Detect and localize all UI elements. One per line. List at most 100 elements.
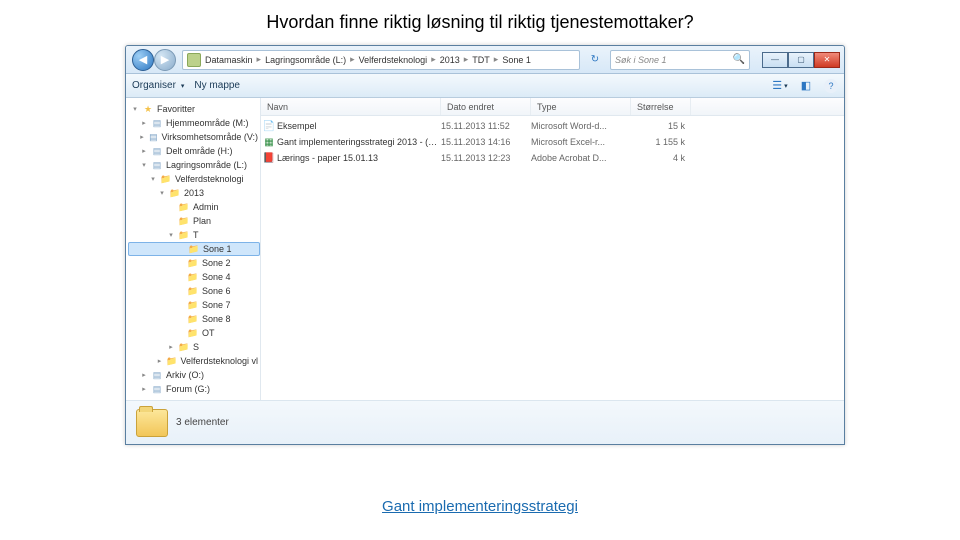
expand-arrow-icon[interactable]: ▾	[167, 231, 175, 239]
expand-arrow-icon[interactable]: ▸	[139, 133, 146, 141]
crumb[interactable]: Velferdsteknologi	[359, 55, 428, 65]
folder-icon: 📁	[166, 356, 177, 366]
nav-forward-button[interactable]: ▶	[154, 49, 176, 71]
expand-arrow-icon[interactable]: ▾	[149, 175, 157, 183]
chevron-right-icon: ▸	[492, 54, 501, 65]
tree-item-label: Arkiv (O:)	[166, 370, 204, 380]
tree-item[interactable]: ▸📁Velferdsteknologi vl	[128, 354, 260, 368]
tree-item-label: Favoritter	[157, 104, 195, 114]
tree-item[interactable]: ▾📁Velferdsteknologi	[128, 172, 260, 186]
refresh-button[interactable]: ↻	[586, 51, 604, 69]
folder-icon: 📁	[160, 174, 172, 184]
crumb[interactable]: 2013	[440, 55, 460, 65]
tree-item[interactable]: ▾▤Lagringsområde (L:)	[128, 158, 260, 172]
expand-arrow-icon[interactable]: ▸	[140, 371, 148, 379]
chevron-right-icon: ▸	[348, 54, 357, 65]
tree-item[interactable]: 📁Sone 2	[128, 256, 260, 270]
tree-item-label: 2013	[184, 188, 204, 198]
crumb[interactable]: Datamaskin	[205, 55, 253, 65]
tree-item-label: S	[193, 342, 199, 352]
tree-item[interactable]: 📁Sone 4	[128, 270, 260, 284]
tree-item-label: T	[193, 230, 199, 240]
tree-item[interactable]: 📁Plan	[128, 214, 260, 228]
crumb[interactable]: Lagringsområde (L:)	[265, 55, 346, 65]
col-name[interactable]: Navn	[261, 98, 441, 115]
slide-title: Hvordan finne riktig løsning til riktig …	[0, 12, 960, 33]
nav-back-button[interactable]: ◀	[132, 49, 154, 71]
folder-icon: 📁	[178, 230, 190, 240]
expand-arrow-icon[interactable]: ▸	[140, 147, 148, 155]
tree-item[interactable]: 📁Sone 8	[128, 312, 260, 326]
details-pane: 3 elementer	[126, 400, 844, 444]
crumb[interactable]: TDT	[472, 55, 490, 65]
tree-item-label: Hjemmeområde (M:)	[166, 118, 249, 128]
tree-item[interactable]: 📁Admin	[128, 200, 260, 214]
file-date: 15.11.2013 14:16	[441, 137, 531, 147]
tree-item[interactable]: ▾★Favoritter	[128, 102, 260, 116]
favorites-icon: ★	[142, 104, 154, 114]
minimize-button[interactable]: —	[762, 52, 788, 68]
drive-icon	[187, 53, 201, 67]
maximize-button[interactable]: ▢	[788, 52, 814, 68]
folder-icon: 📁	[187, 314, 199, 324]
preview-pane-button[interactable]: ◧	[798, 78, 814, 94]
breadcrumb[interactable]: Datamaskin▸ Lagringsområde (L:)▸ Velferd…	[182, 50, 580, 70]
file-name: Gant implementeringsstrategi 2013 - (1) …	[277, 137, 441, 147]
tree-item-label: Velferdsteknologi vl	[180, 356, 258, 366]
expand-arrow-icon[interactable]: ▾	[158, 189, 166, 197]
col-type[interactable]: Type	[531, 98, 631, 115]
expand-arrow-icon[interactable]: ▸	[156, 357, 163, 365]
view-options-button[interactable]: ☰	[772, 78, 788, 94]
folder-icon: 📁	[178, 202, 190, 212]
crumb[interactable]: Sone 1	[502, 55, 531, 65]
new-folder-button[interactable]: Ny mappe	[194, 80, 240, 91]
slide-hyperlink[interactable]: Gant implementeringsstrategi	[0, 498, 960, 515]
expand-arrow-icon[interactable]: ▾	[131, 105, 139, 113]
explorer-window: ◀ ▶ Datamaskin▸ Lagringsområde (L:)▸ Vel…	[125, 45, 845, 445]
tree-item-label: Sone 8	[202, 314, 231, 324]
tree-item[interactable]: ▸▤Hjemmeområde (M:)	[128, 116, 260, 130]
tree-item[interactable]: ▸▤Forum (G:)	[128, 382, 260, 396]
tree-item[interactable]: ▾📁T	[128, 228, 260, 242]
tree-item-label: Forum (G:)	[166, 384, 210, 394]
tree-item[interactable]: 📁Sone 6	[128, 284, 260, 298]
chevron-right-icon: ▸	[429, 54, 438, 65]
tree-item[interactable]: ▾📁2013	[128, 186, 260, 200]
toolbar: Organiser Ny mappe ☰ ◧ ?	[126, 74, 844, 98]
file-list: 📄Eksempel15.11.2013 11:52Microsoft Word-…	[261, 116, 844, 400]
expand-arrow-icon[interactable]: ▸	[140, 385, 148, 393]
drive-icon: ▤	[151, 118, 163, 128]
expand-arrow-icon[interactable]: ▸	[140, 119, 148, 127]
file-date: 15.11.2013 12:23	[441, 153, 531, 163]
file-type-icon: ▦	[261, 137, 277, 148]
drive-icon: ▤	[151, 384, 163, 394]
expand-arrow-icon[interactable]: ▾	[140, 161, 148, 169]
file-type: Microsoft Excel-r...	[531, 137, 631, 147]
tree-item-label: Sone 2	[202, 258, 231, 268]
file-size: 1 155 k	[631, 137, 691, 147]
tree-item-label: Sone 7	[202, 300, 231, 310]
folder-icon: 📁	[187, 286, 199, 296]
file-row[interactable]: 📕Lærings - paper 15.01.1315.11.2013 12:2…	[261, 150, 844, 166]
tree-item[interactable]: ▸📁S	[128, 340, 260, 354]
tree-item[interactable]: ▸▤Delt område (H:)	[128, 144, 260, 158]
details-count: 3 elementer	[176, 417, 229, 428]
file-name: Lærings - paper 15.01.13	[277, 153, 441, 163]
col-size[interactable]: Størrelse	[631, 98, 691, 115]
search-input[interactable]: Søk i Sone 1 🔍	[610, 50, 750, 70]
close-button[interactable]: ✕	[814, 52, 840, 68]
file-type-icon: 📕	[261, 153, 277, 164]
file-row[interactable]: ▦Gant implementeringsstrategi 2013 - (1)…	[261, 134, 844, 150]
tree-item[interactable]: 📁Sone 1	[128, 242, 260, 256]
tree-item[interactable]: ▸▤Arkiv (O:)	[128, 368, 260, 382]
organize-button[interactable]: Organiser	[132, 80, 184, 91]
file-row[interactable]: 📄Eksempel15.11.2013 11:52Microsoft Word-…	[261, 118, 844, 134]
expand-arrow-icon[interactable]: ▸	[167, 343, 175, 351]
tree-item[interactable]: ▸▤Virksomhetsområde (V:)	[128, 130, 260, 144]
help-button[interactable]: ?	[824, 79, 838, 93]
tree-item[interactable]: 📁OT	[128, 326, 260, 340]
file-date: 15.11.2013 11:52	[441, 121, 531, 131]
tree-item-label: Velferdsteknologi	[175, 174, 244, 184]
tree-item[interactable]: 📁Sone 7	[128, 298, 260, 312]
col-date[interactable]: Dato endret	[441, 98, 531, 115]
